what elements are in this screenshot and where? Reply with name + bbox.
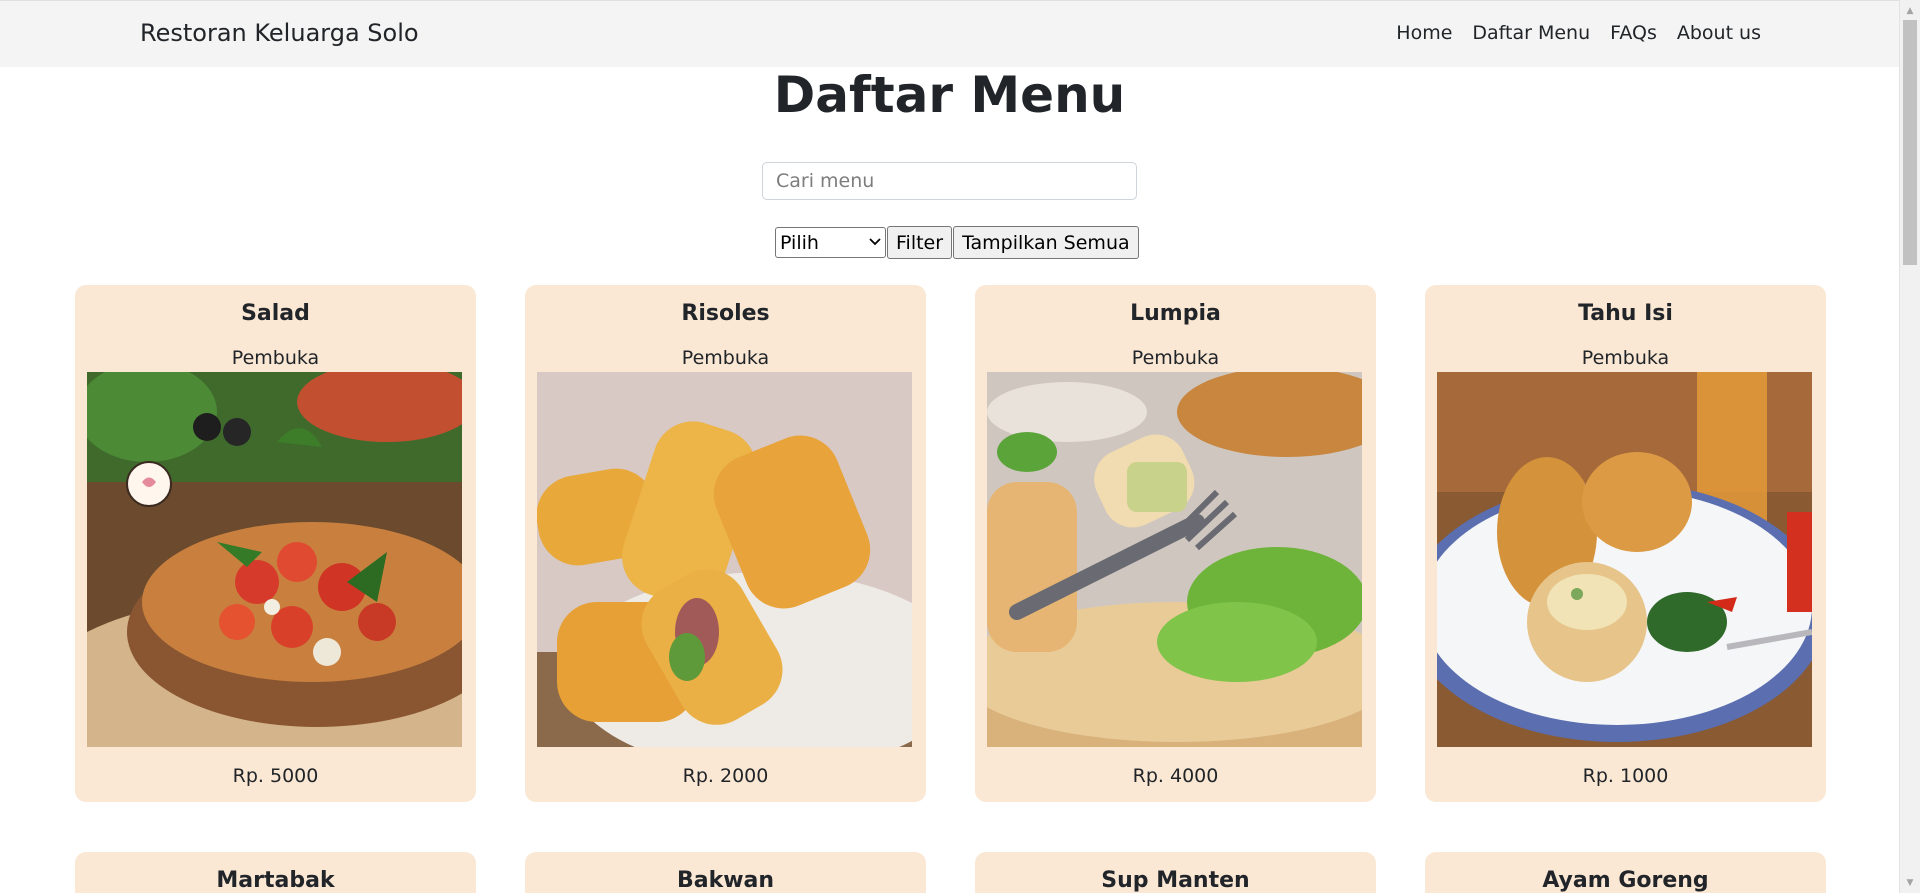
menu-card-name: Martabak bbox=[216, 868, 335, 893]
salad-image bbox=[87, 372, 462, 747]
menu-card-name: Ayam Goreng bbox=[1542, 868, 1709, 893]
menu-card-name: Salad bbox=[241, 301, 310, 326]
menu-card-price: Rp. 2000 bbox=[682, 765, 769, 787]
filter-button[interactable]: Filter bbox=[887, 226, 953, 259]
filter-bar: Pilih Filter Tampilkan Semua bbox=[775, 226, 1139, 259]
menu-card-name: Risoles bbox=[681, 301, 770, 326]
menu-card-name: Sup Manten bbox=[1101, 868, 1250, 893]
risoles-image bbox=[537, 372, 912, 747]
menu-card: Risoles Pembuka Rp. 2000 bbox=[525, 285, 926, 802]
menu-card-name: Lumpia bbox=[1130, 301, 1221, 326]
nav-link-faqs[interactable]: FAQs bbox=[1610, 22, 1657, 44]
menu-card-price: Rp. 5000 bbox=[232, 765, 319, 787]
scroll-down-arrow-icon[interactable]: ▼ bbox=[1900, 874, 1920, 891]
category-select-value: Pilih bbox=[780, 231, 819, 254]
menu-card-price: Rp. 4000 bbox=[1132, 765, 1219, 787]
menu-card: Lumpia Pembuka Rp. 4000 bbox=[975, 285, 1376, 802]
menu-card-category: Pembuka bbox=[681, 347, 770, 369]
page-title: Daftar Menu bbox=[773, 66, 1126, 124]
menu-card: Tahu Isi Pembuka Rp. 1000 bbox=[1425, 285, 1826, 802]
nav-link-daftar-menu[interactable]: Daftar Menu bbox=[1472, 22, 1590, 44]
menu-card-name: Tahu Isi bbox=[1578, 301, 1673, 326]
tahu-isi-image bbox=[1437, 372, 1812, 747]
scrollbar-thumb[interactable] bbox=[1903, 20, 1917, 265]
menu-card: Bakwan bbox=[525, 852, 926, 893]
menu-card: Salad Pembuka Rp. 5000 bbox=[75, 285, 476, 802]
nav-link-home[interactable]: Home bbox=[1396, 22, 1452, 44]
menu-card: Sup Manten bbox=[975, 852, 1376, 893]
category-select[interactable]: Pilih bbox=[775, 227, 886, 258]
menu-card-name: Bakwan bbox=[676, 868, 775, 893]
nav-link-about-us[interactable]: About us bbox=[1677, 22, 1761, 44]
menu-card-category: Pembuka bbox=[1581, 347, 1670, 369]
brand-link[interactable]: Restoran Keluarga Solo bbox=[140, 19, 419, 47]
search-input[interactable] bbox=[762, 162, 1137, 200]
menu-card: Ayam Goreng bbox=[1425, 852, 1826, 893]
menu-card-price: Rp. 1000 bbox=[1582, 765, 1669, 787]
show-all-button[interactable]: Tampilkan Semua bbox=[953, 226, 1139, 259]
scroll-up-arrow-icon[interactable]: ▲ bbox=[1900, 2, 1920, 19]
nav-links: Home Daftar Menu FAQs About us bbox=[1396, 22, 1761, 44]
navbar: Restoran Keluarga Solo Home Daftar Menu … bbox=[0, 0, 1899, 67]
chevron-down-icon bbox=[869, 236, 881, 249]
vertical-scrollbar[interactable]: ▲ ▼ bbox=[1899, 0, 1920, 893]
lumpia-image bbox=[987, 372, 1362, 747]
menu-card: Martabak bbox=[75, 852, 476, 893]
menu-card-category: Pembuka bbox=[1131, 347, 1220, 369]
menu-card-category: Pembuka bbox=[231, 347, 320, 369]
